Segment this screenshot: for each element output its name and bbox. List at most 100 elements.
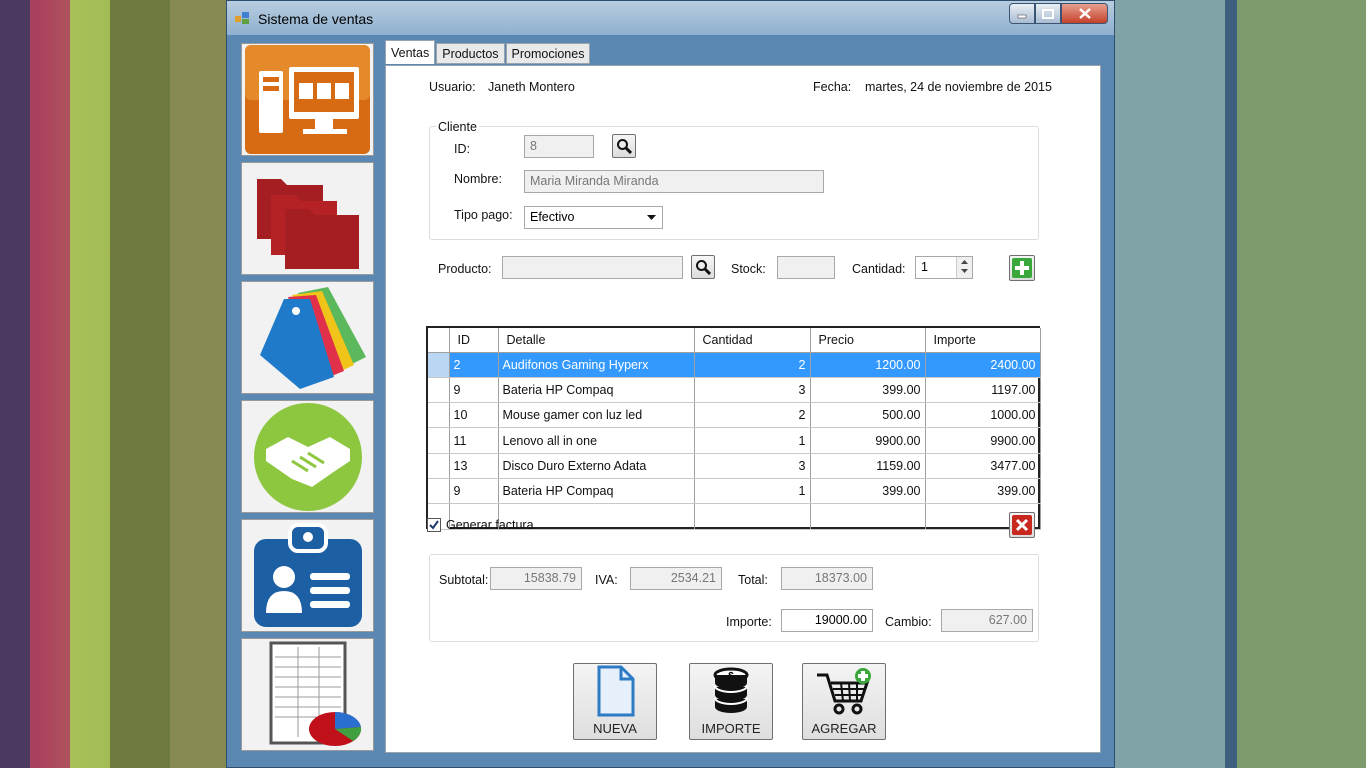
stock-field — [777, 256, 835, 279]
cell-importe[interactable]: 1000.00 — [925, 402, 1041, 429]
buscar-producto-button[interactable] — [691, 255, 715, 279]
importe-input[interactable]: 19000.00 — [781, 609, 873, 632]
cliente-id-field[interactable]: 8 — [524, 135, 594, 158]
main-window: Sistema de ventas Ventas Productos Promo… — [226, 0, 1115, 768]
ventas-grid[interactable]: ID Detalle Cantidad Precio Importe 2 Aud… — [426, 326, 1041, 530]
wallpaper-stripe — [70, 0, 110, 768]
table-row[interactable]: 9 Bateria HP Compaq 3 399.00 1197.00 — [428, 377, 1041, 404]
importe-button[interactable]: $ IMPORTE — [689, 663, 773, 740]
nav-ventas-button[interactable] — [241, 43, 374, 156]
cell-importe[interactable]: 9900.00 — [925, 427, 1041, 454]
empty-cell[interactable] — [694, 503, 811, 530]
cell-precio[interactable]: 1200.00 — [810, 352, 926, 378]
total-label: Total: — [738, 573, 768, 587]
cell-cantidad[interactable]: 2 — [694, 352, 811, 378]
tab-ventas[interactable]: Ventas — [385, 40, 436, 64]
iva-field: 2534.21 — [630, 567, 722, 590]
column-header[interactable]: Cantidad — [694, 328, 811, 353]
cell-cantidad[interactable]: 3 — [694, 453, 811, 479]
cell-precio[interactable]: 500.00 — [810, 402, 926, 429]
column-header[interactable]: ID — [449, 328, 499, 353]
cell-id[interactable]: 9 — [449, 377, 499, 404]
cell-detalle[interactable]: Audifonos Gaming Hyperx — [498, 352, 695, 378]
window-controls — [1009, 3, 1108, 24]
cell-cantidad[interactable]: 1 — [694, 427, 811, 454]
producto-label: Producto: — [438, 262, 492, 276]
column-header[interactable]: Importe — [925, 328, 1041, 353]
table-row[interactable]: 9 Bateria HP Compaq 1 399.00 399.00 — [428, 478, 1041, 505]
nueva-label: NUEVA — [593, 721, 637, 736]
cell-cantidad[interactable]: 3 — [694, 377, 811, 404]
cell-importe[interactable]: 2400.00 — [925, 352, 1041, 378]
add-product-button[interactable] — [1009, 255, 1035, 281]
column-header[interactable]: Detalle — [498, 328, 695, 353]
cell-precio[interactable]: 1159.00 — [810, 453, 926, 479]
row-header[interactable] — [428, 453, 450, 479]
cell-detalle[interactable]: Lenovo all in one — [498, 427, 695, 454]
cell-id[interactable]: 9 — [449, 478, 499, 505]
generar-factura-checkbox[interactable] — [427, 518, 441, 532]
column-header[interactable]: Precio — [810, 328, 926, 353]
table-row[interactable]: 10 Mouse gamer con luz led 2 500.00 1000… — [428, 402, 1041, 429]
row-header[interactable] — [428, 478, 450, 505]
cell-cantidad[interactable]: 1 — [694, 478, 811, 505]
tipo-pago-select[interactable]: Efectivo — [524, 206, 663, 229]
table-row[interactable]: 13 Disco Duro Externo Adata 3 1159.00 34… — [428, 453, 1041, 479]
nueva-button[interactable]: NUEVA — [573, 663, 657, 740]
row-header[interactable] — [428, 427, 450, 454]
table-row[interactable]: 2 Audifonos Gaming Hyperx 2 1200.00 2400… — [428, 352, 1041, 378]
maximize-button[interactable] — [1035, 3, 1061, 24]
close-button[interactable] — [1061, 3, 1108, 24]
cell-id[interactable]: 2 — [449, 352, 499, 378]
title-bar[interactable]: Sistema de ventas — [227, 1, 1114, 35]
cell-id[interactable]: 11 — [449, 427, 499, 454]
subtotal-field: 15838.79 — [490, 567, 582, 590]
cell-id[interactable]: 10 — [449, 402, 499, 429]
cell-importe[interactable]: 399.00 — [925, 478, 1041, 505]
wallpaper-stripe — [1237, 0, 1366, 768]
cell-importe[interactable]: 1197.00 — [925, 377, 1041, 404]
tipo-pago-label: Tipo pago: — [454, 208, 513, 222]
nav-clientes-button[interactable] — [241, 400, 374, 513]
id-card-icon — [253, 522, 362, 627]
nav-usuarios-button[interactable] — [241, 519, 374, 632]
producto-field[interactable] — [502, 256, 683, 279]
wallpaper-stripe — [1115, 0, 1225, 768]
tab-promociones[interactable]: Promociones — [505, 43, 591, 64]
empty-cell[interactable] — [810, 503, 926, 530]
cantidad-value: 1 — [921, 260, 928, 274]
cell-detalle[interactable]: Mouse gamer con luz led — [498, 402, 695, 429]
agregar-button[interactable]: AGREGAR — [802, 663, 886, 740]
nav-promociones-button[interactable] — [241, 281, 374, 394]
cell-detalle[interactable]: Bateria HP Compaq — [498, 478, 695, 505]
cell-detalle[interactable]: Disco Duro Externo Adata — [498, 453, 695, 479]
grid-header-row: ID Detalle Cantidad Precio Importe — [428, 328, 1041, 353]
row-header[interactable] — [428, 402, 450, 429]
handshake-icon — [253, 402, 362, 511]
row-header[interactable] — [428, 352, 450, 378]
cell-detalle[interactable]: Bateria HP Compaq — [498, 377, 695, 404]
cell-precio[interactable]: 399.00 — [810, 478, 926, 505]
total-field: 18373.00 — [781, 567, 873, 590]
cell-precio[interactable]: 9900.00 — [810, 427, 926, 454]
cliente-nombre-field[interactable]: Maria Miranda Miranda — [524, 170, 824, 193]
cell-precio[interactable]: 399.00 — [810, 377, 926, 404]
wallpaper-stripe — [1225, 0, 1237, 768]
price-tags-icon — [259, 286, 366, 389]
add-icon — [1012, 258, 1032, 278]
delete-row-button[interactable] — [1009, 512, 1035, 538]
nav-carpetas-button[interactable] — [241, 162, 374, 275]
tab-productos[interactable]: Productos — [436, 43, 505, 64]
cell-importe[interactable]: 3477.00 — [925, 453, 1041, 479]
nav-reportes-button[interactable] — [241, 638, 374, 751]
cell-id[interactable]: 13 — [449, 453, 499, 479]
buscar-cliente-button[interactable] — [612, 134, 636, 158]
fecha-value: martes, 24 de noviembre de 2015 — [865, 80, 1052, 94]
minimize-button[interactable] — [1009, 3, 1035, 24]
row-header[interactable] — [428, 377, 450, 404]
cantidad-stepper[interactable]: 1 — [915, 256, 973, 279]
stepper-arrows[interactable] — [956, 257, 972, 278]
table-row[interactable]: 11 Lenovo all in one 1 9900.00 9900.00 — [428, 427, 1041, 454]
importe-button-label: IMPORTE — [701, 721, 761, 736]
cell-cantidad[interactable]: 2 — [694, 402, 811, 429]
